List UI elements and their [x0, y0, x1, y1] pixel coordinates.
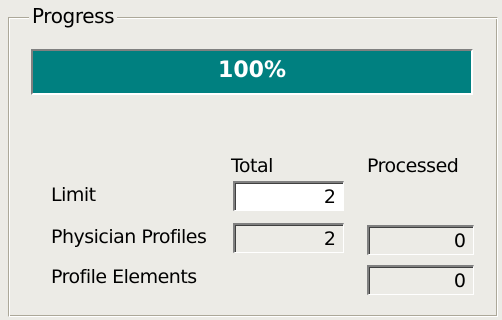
progress-percent-text: 100% — [218, 58, 286, 83]
column-header-processed: Processed — [367, 155, 459, 177]
column-header-total: Total — [231, 155, 273, 177]
physician-profiles-processed-field — [367, 225, 474, 255]
row-label-profile-elements: Profile Elements — [51, 266, 197, 288]
limit-total-field[interactable] — [233, 181, 344, 211]
row-label-physician-profiles: Physician Profiles — [51, 226, 207, 248]
row-label-limit: Limit — [51, 184, 96, 206]
profile-elements-processed-field — [367, 265, 474, 295]
group-title: Progress — [29, 3, 118, 29]
progress-bar: 100% — [31, 49, 473, 95]
physician-profiles-total-field — [233, 223, 344, 253]
